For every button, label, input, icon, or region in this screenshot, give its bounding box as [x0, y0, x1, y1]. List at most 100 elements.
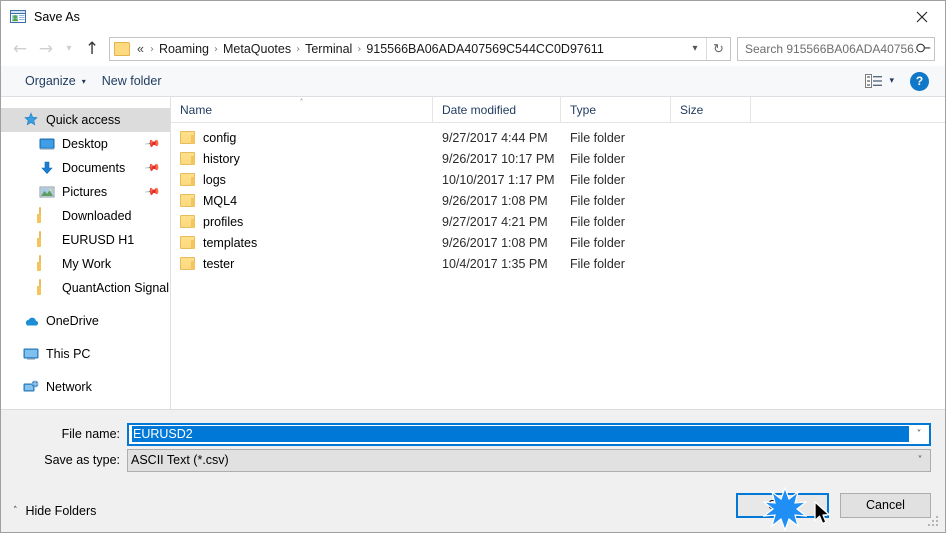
desktop-icon [39, 136, 55, 152]
file-name: templates [203, 235, 258, 250]
file-name-value: EURUSD2 [132, 426, 909, 442]
file-type-cell: File folder [570, 130, 625, 145]
sidebar-item-onedrive[interactable]: OneDrive [1, 309, 170, 333]
column-label: Size [680, 102, 704, 117]
sidebar-item-documents[interactable]: Documents 📌 [1, 156, 170, 180]
navigation-pane: Quick access Desktop 📌 Documents 📌 Pictu… [1, 97, 171, 409]
table-row[interactable]: config 9/27/2017 4:44 PM File folder [171, 127, 945, 148]
folder-icon [180, 215, 195, 228]
file-name-cell: logs [171, 173, 433, 187]
file-name: profiles [203, 214, 244, 229]
breadcrumb-item-roaming[interactable]: Roaming [156, 42, 212, 56]
up-arrow-icon[interactable]: ↑ [79, 37, 105, 61]
column-label: Name [180, 102, 213, 117]
pin-icon[interactable]: 📌 [143, 136, 160, 152]
breadcrumb-overflow[interactable]: « [133, 42, 148, 56]
address-bar[interactable]: « › Roaming › MetaQuotes › Terminal › 91… [109, 37, 731, 61]
refresh-icon[interactable]: ↻ [706, 38, 730, 60]
column-headers: ˄ Name Date modified Type Size [171, 97, 945, 123]
file-rows: config 9/27/2017 4:44 PM File folder his… [171, 123, 945, 409]
sidebar-item-my-work[interactable]: My Work [1, 252, 170, 276]
file-type-cell: File folder [570, 172, 625, 187]
sidebar-item-label: Quick access [46, 113, 121, 127]
organize-button[interactable]: Organize ▾ [17, 71, 94, 91]
new-folder-button[interactable]: New folder [94, 71, 170, 91]
hide-folders-button[interactable]: ˄ Hide Folders [13, 504, 96, 518]
file-name: logs [203, 172, 226, 187]
search-input[interactable]: Search 915566BA06ADA40756... [737, 37, 935, 61]
column-header-filler [751, 97, 945, 122]
save-button[interactable]: Save [736, 492, 829, 518]
file-name-cell: profiles [171, 215, 433, 229]
folder-icon [39, 207, 55, 224]
save-as-type-select[interactable]: ASCII Text (*.csv) ˅ [127, 448, 931, 472]
search-placeholder: Search 915566BA06ADA40756... [745, 42, 917, 56]
chevron-up-icon: ˄ [13, 506, 18, 516]
breadcrumb-item-metaquotes[interactable]: MetaQuotes [220, 42, 294, 56]
button-row: ˄ Hide Folders Save Cancel [1, 478, 945, 532]
title-bar: Save As [1, 1, 945, 32]
breadcrumb-separator: › [149, 43, 154, 55]
save-as-type-value: ASCII Text (*.csv) [131, 453, 229, 467]
dialog-footer: File name: EURUSD2 ˅ Save as type: ASCII… [1, 409, 945, 532]
file-type-cell: File folder [570, 151, 625, 166]
star-icon [23, 112, 39, 128]
back-arrow-icon[interactable]: ← [7, 37, 33, 61]
table-row[interactable]: history 9/26/2017 10:17 PM File folder [171, 148, 945, 169]
forward-arrow-icon[interactable]: → [33, 37, 59, 61]
breadcrumb-separator: › [357, 43, 362, 55]
file-name: MQL4 [203, 193, 238, 208]
column-header-size[interactable]: Size [671, 97, 751, 122]
pin-icon[interactable]: 📌 [143, 184, 160, 200]
column-header-date-modified[interactable]: Date modified [433, 97, 561, 122]
sidebar-item-downloaded[interactable]: Downloaded [1, 204, 170, 228]
chevron-down-icon[interactable]: ˅ [909, 429, 929, 440]
sidebar-item-this-pc[interactable]: This PC [1, 342, 170, 366]
sidebar-item-desktop[interactable]: Desktop 📌 [1, 132, 170, 156]
address-chevron-down-icon[interactable]: ▾ [684, 38, 706, 60]
sidebar-item-pictures[interactable]: Pictures 📌 [1, 180, 170, 204]
file-list-pane: ˄ Name Date modified Type Size config 9/… [171, 97, 945, 409]
file-name-cell: config [171, 131, 433, 145]
sidebar-item-network[interactable]: Network [1, 375, 170, 399]
file-name-input[interactable]: EURUSD2 ˅ [127, 422, 931, 446]
file-date-cell: 10/10/2017 1:17 PM [442, 172, 555, 187]
cancel-button-label: Cancel [866, 498, 905, 512]
pin-icon[interactable]: 📌 [143, 160, 160, 176]
table-row[interactable]: profiles 9/27/2017 4:21 PM File folder [171, 211, 945, 232]
sidebar-item-eurusd-h1[interactable]: EURUSD H1 [1, 228, 170, 252]
save-as-type-row: Save as type: ASCII Text (*.csv) ˅ [1, 448, 945, 472]
close-icon[interactable] [899, 1, 945, 32]
view-options-icon[interactable] [865, 74, 883, 88]
file-date-cell: 9/27/2017 4:44 PM [442, 130, 548, 145]
file-name-cell: MQL4 [171, 194, 433, 208]
file-name-row: File name: EURUSD2 ˅ [1, 422, 945, 446]
new-folder-label: New folder [101, 74, 162, 88]
view-chevron-down-icon[interactable]: ▾ [889, 76, 894, 86]
sidebar-item-label: Documents [62, 161, 126, 175]
sidebar-item-label: QuantAction Signal [62, 281, 170, 295]
folder-icon [180, 173, 195, 186]
table-row[interactable]: tester 10/4/2017 1:35 PM File folder [171, 253, 945, 274]
table-row[interactable]: MQL4 9/26/2017 1:08 PM File folder [171, 190, 945, 211]
column-header-name[interactable]: ˄ Name [171, 97, 433, 122]
cancel-button[interactable]: Cancel [840, 492, 931, 518]
resize-grip[interactable] [928, 516, 940, 528]
column-label: Date modified [442, 102, 517, 117]
file-date-cell: 10/4/2017 1:35 PM [442, 256, 548, 271]
folder-icon [180, 194, 195, 207]
column-header-type[interactable]: Type [561, 97, 671, 122]
sidebar-item-label: This PC [46, 347, 91, 361]
file-type-cell: File folder [570, 235, 625, 250]
help-icon[interactable]: ? [910, 71, 929, 91]
chevron-down-icon[interactable]: ˅ [910, 455, 930, 466]
recent-locations-chevron-down-icon[interactable]: ▾ [59, 37, 79, 61]
sidebar-item-quantaction-signal[interactable]: QuantAction Signal [1, 276, 170, 300]
sidebar-item-quick-access[interactable]: Quick access [1, 108, 170, 132]
table-row[interactable]: logs 10/10/2017 1:17 PM File folder [171, 169, 945, 190]
table-row[interactable]: templates 9/26/2017 1:08 PM File folder [171, 232, 945, 253]
organize-label: Organize [25, 74, 76, 88]
breadcrumb-item-terminal[interactable]: Terminal [302, 42, 355, 56]
breadcrumb-separator: › [296, 43, 301, 55]
breadcrumb-item-terminal-id[interactable]: 915566BA06ADA407569C544CC0D97611 [363, 42, 606, 56]
